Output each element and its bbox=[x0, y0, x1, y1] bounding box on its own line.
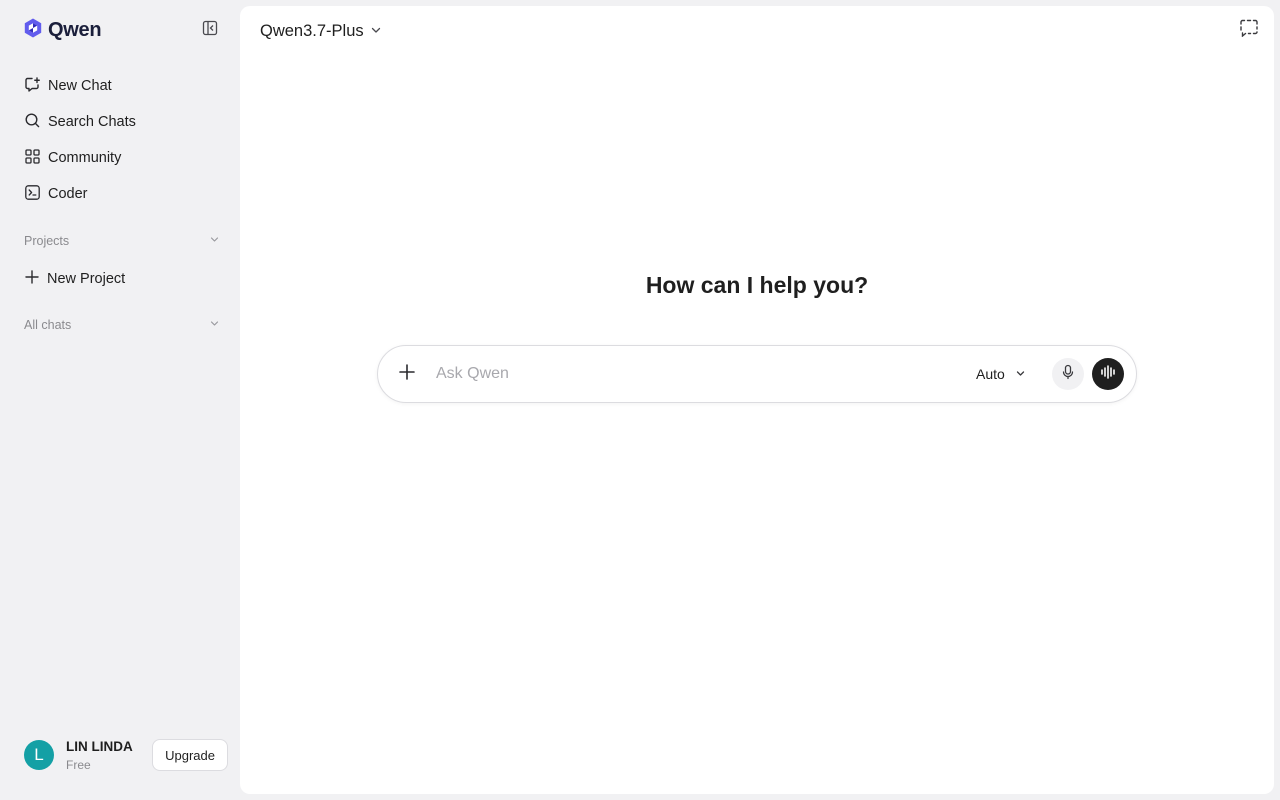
user-info: LIN LINDA Free bbox=[66, 739, 133, 772]
temporary-chat-button[interactable] bbox=[1238, 19, 1260, 41]
user-plan: Free bbox=[66, 757, 91, 772]
app-window: Qwen New Chat Search Chats Community Cod… bbox=[0, 0, 1280, 800]
new-project-wrapper: New Project bbox=[16, 261, 228, 297]
all-chats-section-toggle[interactable]: All chats bbox=[24, 315, 220, 335]
upgrade-button[interactable]: Upgrade bbox=[152, 739, 228, 771]
brand-logo[interactable]: Qwen bbox=[22, 17, 102, 44]
sidebar-item-coder[interactable]: Coder bbox=[16, 176, 228, 212]
chevron-down-icon bbox=[1015, 366, 1026, 382]
greeting-heading: How can I help you? bbox=[645, 272, 869, 298]
sidebar-item-search-chats[interactable]: Search Chats bbox=[16, 104, 228, 140]
voice-mode-button[interactable] bbox=[1092, 358, 1124, 390]
microphone-button[interactable] bbox=[1052, 358, 1084, 390]
grid-icon bbox=[24, 148, 41, 169]
sidebar: Qwen New Chat Search Chats Community Cod… bbox=[0, 0, 240, 800]
chevron-down-icon bbox=[209, 234, 220, 248]
microphone-icon bbox=[1061, 364, 1075, 385]
mode-selector[interactable]: Auto bbox=[976, 363, 1026, 385]
chat-input[interactable] bbox=[436, 361, 956, 387]
new-project-button[interactable]: New Project bbox=[16, 261, 228, 297]
main-panel: Qwen3.7-Plus How can I help you? Ask Qwe… bbox=[240, 6, 1274, 794]
all-chats-section-label: All chats bbox=[24, 318, 72, 332]
sound-wave-icon bbox=[1100, 364, 1116, 384]
avatar[interactable]: L bbox=[24, 740, 54, 770]
sidebar-nav: New Chat Search Chats Community Coder bbox=[16, 68, 228, 212]
sidebar-item-community[interactable]: Community bbox=[16, 140, 228, 176]
sidebar-item-label: Community bbox=[48, 150, 122, 166]
sidebar-collapse-icon bbox=[202, 20, 218, 41]
attach-button[interactable] bbox=[394, 361, 420, 387]
qwen-logo-icon bbox=[22, 17, 44, 44]
plus-icon bbox=[24, 269, 40, 289]
plus-icon bbox=[398, 363, 416, 386]
new-chat-icon bbox=[24, 76, 41, 97]
sidebar-collapse-button[interactable] bbox=[200, 20, 220, 40]
terminal-icon bbox=[24, 184, 41, 205]
projects-section-toggle[interactable]: Projects bbox=[24, 231, 220, 251]
search-icon bbox=[24, 112, 41, 133]
sidebar-item-label: New Chat bbox=[48, 78, 112, 94]
chat-composer: Auto bbox=[377, 345, 1137, 403]
model-selector[interactable]: Qwen3.7-Plus bbox=[260, 20, 382, 42]
sidebar-item-label: Search Chats bbox=[48, 114, 136, 130]
new-project-label: New Project bbox=[47, 271, 126, 287]
sidebar-item-label: Coder bbox=[48, 186, 88, 202]
mode-label: Auto bbox=[976, 366, 1005, 382]
chevron-down-icon bbox=[209, 318, 220, 332]
dashed-chat-icon bbox=[1239, 19, 1259, 42]
user-profile: L LIN LINDA Free Upgrade bbox=[24, 736, 228, 774]
user-name: LIN LINDA bbox=[66, 738, 133, 754]
avatar-initial: L bbox=[34, 745, 44, 764]
chevron-down-icon bbox=[370, 22, 382, 41]
projects-section-label: Projects bbox=[24, 234, 70, 248]
model-name: Qwen3.7-Plus bbox=[260, 21, 364, 40]
brand-name: Qwen bbox=[48, 18, 102, 41]
sidebar-item-new-chat[interactable]: New Chat bbox=[16, 68, 228, 104]
